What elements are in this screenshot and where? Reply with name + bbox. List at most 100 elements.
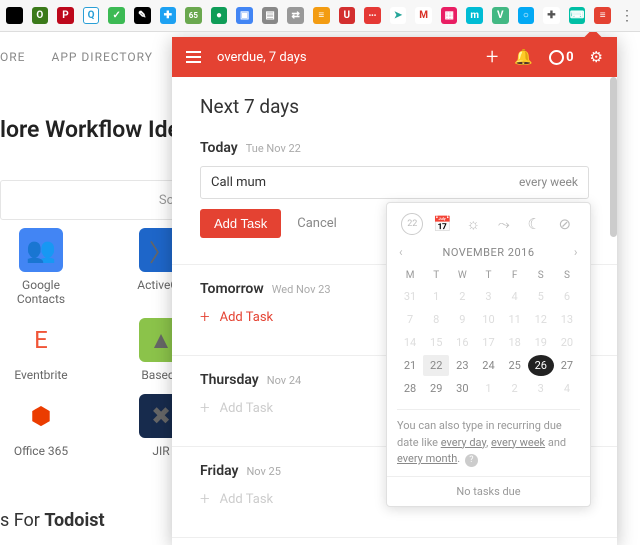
prev-month-icon[interactable]: ‹ bbox=[399, 245, 403, 259]
extension-icon[interactable] bbox=[6, 7, 23, 24]
extension-icon[interactable]: ••• bbox=[364, 7, 381, 24]
calendar-day[interactable]: 22 bbox=[423, 355, 449, 376]
extension-icon[interactable]: ⇄ bbox=[287, 7, 304, 24]
browser-extension-bar: OPQ ✓ ✎ ✚ 65 ● ▣ ▤ ⇄ ≡ U ••• ➤ M ▦ mV ○ ✚ ⌨ ≡ ⋮ bbox=[0, 0, 640, 32]
extension-icon[interactable]: m bbox=[466, 7, 483, 24]
month-label: NOVEMBER 2016 bbox=[443, 246, 535, 259]
next-week-icon[interactable]: ⤳ bbox=[493, 213, 515, 235]
today-icon[interactable]: 22 bbox=[401, 213, 423, 235]
calendar-day[interactable]: 17 bbox=[475, 332, 501, 353]
extension-icon[interactable]: Q bbox=[83, 7, 100, 24]
sun-icon[interactable]: ☼ bbox=[462, 213, 484, 235]
calendar-day[interactable]: 12 bbox=[528, 309, 554, 330]
calendar-day[interactable]: 27 bbox=[554, 355, 580, 376]
dow-label: W bbox=[449, 267, 475, 284]
extension-icon[interactable]: P bbox=[57, 7, 74, 24]
calendar-day[interactable]: 21 bbox=[397, 355, 423, 376]
calendar-day[interactable]: 3 bbox=[528, 378, 554, 399]
cancel-button[interactable]: Cancel bbox=[297, 216, 337, 231]
breadcrumb[interactable]: overdue, 7 days bbox=[217, 50, 307, 65]
calendar-day[interactable]: 6 bbox=[554, 286, 580, 307]
moon-icon[interactable]: ☾ bbox=[523, 213, 545, 235]
karma-counter[interactable]: 0 bbox=[549, 50, 573, 65]
nav-item[interactable]: APP DIRECTORY bbox=[51, 50, 153, 64]
calendar-day[interactable]: 16 bbox=[449, 332, 475, 353]
extension-icon[interactable]: ≡ bbox=[594, 7, 611, 24]
dow-label: F bbox=[502, 267, 528, 284]
extension-icon[interactable]: ✎ bbox=[134, 7, 151, 24]
dow-label: M bbox=[397, 267, 423, 284]
calendar-day[interactable]: 2 bbox=[502, 378, 528, 399]
extension-icon[interactable]: ● bbox=[211, 7, 228, 24]
app-tile[interactable]: 👥Google Contacts bbox=[12, 228, 70, 306]
calendar-day[interactable]: 18 bbox=[502, 332, 528, 353]
next-month-icon[interactable]: › bbox=[574, 245, 578, 259]
extension-icon[interactable]: ⌨ bbox=[569, 7, 586, 24]
calendar-day[interactable]: 4 bbox=[554, 378, 580, 399]
calendar-day[interactable]: 31 bbox=[397, 286, 423, 307]
calendar-day[interactable]: 8 bbox=[423, 309, 449, 330]
calendar-day[interactable]: 1 bbox=[475, 378, 501, 399]
extension-icon[interactable]: ○ bbox=[518, 7, 535, 24]
calendar-day[interactable]: 19 bbox=[528, 332, 554, 353]
calendar-day[interactable]: 11 bbox=[502, 309, 528, 330]
calendar-day[interactable]: 9 bbox=[449, 309, 475, 330]
bg-search-input[interactable]: So bbox=[0, 180, 190, 220]
cal-footer: No tasks due bbox=[387, 476, 590, 506]
extension-icon[interactable]: ➤ bbox=[390, 7, 407, 24]
extension-icon[interactable]: ✓ bbox=[108, 7, 125, 24]
link-every-week[interactable]: every week bbox=[491, 436, 545, 449]
link-every-month[interactable]: every month bbox=[397, 452, 457, 465]
calendar-day[interactable]: 20 bbox=[554, 332, 580, 353]
gear-icon[interactable]: ⚙ bbox=[590, 48, 603, 66]
calendar-day[interactable]: 5 bbox=[528, 286, 554, 307]
bell-icon[interactable]: 🔔 bbox=[514, 48, 533, 66]
extension-icon[interactable]: ≡ bbox=[313, 7, 330, 24]
recurrence-note: You can also type in recurring due date … bbox=[397, 409, 580, 468]
app-tile[interactable]: ⬢Office 365 bbox=[12, 394, 70, 458]
dow-label: T bbox=[423, 267, 449, 284]
calendar-day[interactable]: 14 bbox=[397, 332, 423, 353]
calendar-day[interactable]: 24 bbox=[475, 355, 501, 376]
tomorrow-icon[interactable]: 📅 bbox=[432, 213, 454, 235]
extension-icon[interactable]: U bbox=[339, 7, 356, 24]
extension-icon[interactable]: V bbox=[492, 7, 509, 24]
no-date-icon[interactable]: ⊘ bbox=[554, 213, 576, 235]
calendar-day[interactable]: 25 bbox=[502, 355, 528, 376]
menu-icon[interactable] bbox=[186, 51, 201, 63]
app-tile[interactable]: EEventbrite bbox=[12, 318, 70, 382]
calendar-day[interactable]: 30 bbox=[449, 378, 475, 399]
help-icon[interactable]: ? bbox=[465, 454, 478, 467]
extension-icon[interactable]: ✚ bbox=[160, 7, 177, 24]
calendar-day[interactable]: 10 bbox=[475, 309, 501, 330]
calendar-day[interactable]: 29 bbox=[423, 378, 449, 399]
panel-header: overdue, 7 days + 🔔 0 ⚙ bbox=[172, 37, 617, 77]
extension-icon[interactable]: O bbox=[32, 7, 49, 24]
add-task-button[interactable]: Add Task bbox=[200, 209, 281, 238]
extension-icon[interactable]: ▤ bbox=[262, 7, 279, 24]
dow-label: T bbox=[475, 267, 501, 284]
calendar-day[interactable]: 15 bbox=[423, 332, 449, 353]
task-input[interactable]: Call mumevery week bbox=[200, 166, 589, 199]
calendar-grid: MTWTFSS311234567891011121314151617181920… bbox=[397, 267, 580, 399]
extension-icon[interactable]: M bbox=[415, 7, 432, 24]
calendar-day[interactable]: 23 bbox=[449, 355, 475, 376]
add-icon[interactable]: + bbox=[486, 45, 498, 70]
calendar-day[interactable]: 4 bbox=[502, 286, 528, 307]
browser-menu-icon[interactable]: ⋮ bbox=[620, 14, 634, 18]
calendar-day[interactable]: 7 bbox=[397, 309, 423, 330]
calendar-day[interactable]: 3 bbox=[475, 286, 501, 307]
extension-icon[interactable]: ▣ bbox=[236, 7, 253, 24]
calendar-day[interactable]: 2 bbox=[449, 286, 475, 307]
quick-date-icons: 22 📅 ☼ ⤳ ☾ ⊘ bbox=[397, 213, 580, 235]
extension-icon[interactable]: ▦ bbox=[441, 7, 458, 24]
extension-icon[interactable]: 65 bbox=[185, 7, 202, 24]
nav-item[interactable]: ORE bbox=[0, 50, 25, 64]
calendar-day[interactable]: 13 bbox=[554, 309, 580, 330]
schedule-field[interactable]: every week bbox=[519, 175, 578, 190]
extension-icon[interactable]: ✚ bbox=[543, 7, 560, 24]
calendar-day[interactable]: 1 bbox=[423, 286, 449, 307]
link-every-day[interactable]: every day bbox=[441, 436, 486, 449]
calendar-day[interactable]: 28 bbox=[397, 378, 423, 399]
calendar-day[interactable]: 26 bbox=[528, 355, 554, 376]
